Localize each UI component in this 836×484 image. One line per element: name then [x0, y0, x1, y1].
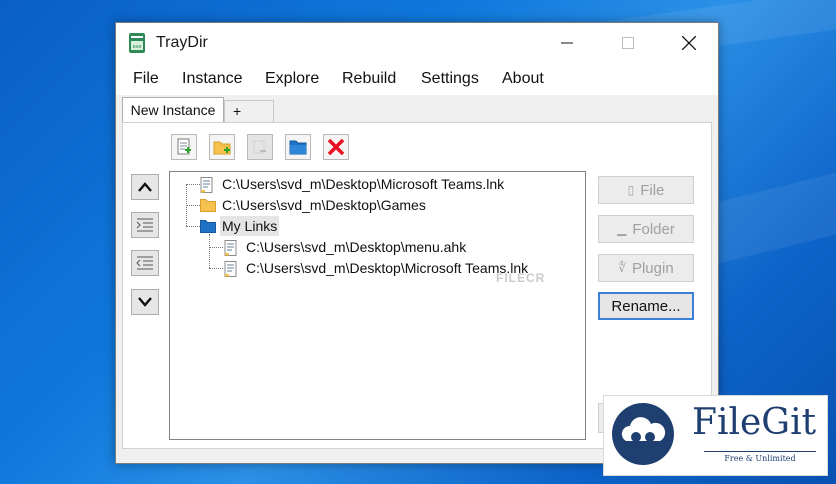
svg-text:exe: exe	[133, 44, 142, 50]
plugin-icon: ∜	[618, 261, 626, 275]
tree-view[interactable]: C:\Users\svd_m\Desktop\Microsoft Teams.l…	[169, 171, 586, 440]
menu-about[interactable]: About	[502, 70, 544, 88]
rename-button[interactable]: Rename...	[598, 292, 694, 320]
watermark: FILECR	[496, 271, 546, 285]
tree-item-label: C:\Users\svd_m\Desktop\Microsoft Teams.l…	[246, 260, 529, 276]
tree-connector	[186, 205, 200, 206]
filegit-logo: FileGit Free & Unlimited	[603, 395, 828, 476]
maximize-icon	[622, 37, 634, 49]
file-icon: ▯	[627, 183, 635, 197]
move-down-button[interactable]	[131, 289, 159, 315]
add-folder-side-label: Folder	[632, 220, 675, 238]
file-icon	[200, 177, 213, 193]
filegit-emblem	[612, 403, 674, 465]
tree-connector	[209, 268, 223, 269]
add-file-icon	[177, 138, 191, 155]
add-plugin-side-button[interactable]: ∜ Plugin	[598, 254, 694, 282]
folder-icon: ▁	[617, 222, 627, 236]
tree-item-label: My Links	[220, 216, 280, 236]
cloud-icon	[621, 417, 666, 442]
tab-new-instance[interactable]: New Instance	[122, 97, 224, 124]
rename-label: Rename...	[611, 297, 681, 315]
filegit-tagline: Free & Unlimited	[704, 451, 816, 463]
tab-strip: New Instance +	[116, 95, 718, 124]
indent-icon	[136, 218, 153, 232]
blue-folder-icon	[289, 140, 307, 155]
menu-file[interactable]: File	[133, 70, 159, 88]
move-down-icon	[138, 297, 152, 307]
add-file-side-button[interactable]: ▯ File	[598, 176, 694, 204]
close-icon	[682, 36, 696, 50]
add-plugin-icon	[253, 140, 266, 154]
menu-bar: File Instance Explore Rebuild Settings A…	[116, 63, 718, 95]
outdent-button[interactable]	[131, 250, 159, 276]
add-plugin-button[interactable]	[247, 134, 273, 160]
outdent-icon	[136, 256, 153, 270]
add-file-button[interactable]	[171, 134, 197, 160]
minimize-icon	[561, 42, 573, 44]
file-icon	[224, 240, 237, 256]
blue-folder-icon	[200, 220, 216, 233]
tree-connector	[186, 184, 200, 185]
minimize-button[interactable]	[544, 23, 590, 63]
delete-icon	[327, 138, 345, 156]
add-plugin-side-label: Plugin	[631, 259, 674, 277]
app-icon: exe	[129, 33, 145, 53]
add-folder-side-button[interactable]: ▁ Folder	[598, 215, 694, 243]
indent-button[interactable]	[131, 212, 159, 238]
add-file-side-label: File	[640, 181, 665, 199]
tree-item-label: C:\Users\svd_m\Desktop\menu.ahk	[246, 239, 467, 255]
window-title: TrayDir	[156, 34, 208, 51]
close-button[interactable]	[666, 23, 712, 63]
tree-item-label: C:\Users\svd_m\Desktop\Games	[222, 197, 426, 213]
folder-icon	[200, 199, 216, 212]
delete-button[interactable]	[323, 134, 349, 160]
maximize-button[interactable]	[605, 23, 651, 63]
filegit-name: FileGit	[692, 402, 817, 443]
menu-rebuild[interactable]: Rebuild	[342, 70, 396, 88]
menu-instance[interactable]: Instance	[182, 70, 242, 88]
file-icon	[224, 261, 237, 277]
add-folder-icon	[213, 141, 231, 155]
tree-connector	[186, 226, 200, 227]
move-up-icon	[138, 182, 152, 192]
tree-connector	[209, 247, 223, 248]
menu-settings[interactable]: Settings	[421, 70, 479, 88]
title-bar[interactable]: exe TrayDir	[116, 23, 718, 63]
add-folder-button[interactable]	[209, 134, 235, 160]
move-up-button[interactable]	[131, 174, 159, 200]
menu-explore[interactable]: Explore	[265, 70, 319, 88]
open-folder-button[interactable]	[285, 134, 311, 160]
tree-item-label: C:\Users\svd_m\Desktop\Microsoft Teams.l…	[222, 176, 505, 192]
tab-add[interactable]: +	[224, 100, 274, 122]
tree-connector	[209, 234, 210, 268]
